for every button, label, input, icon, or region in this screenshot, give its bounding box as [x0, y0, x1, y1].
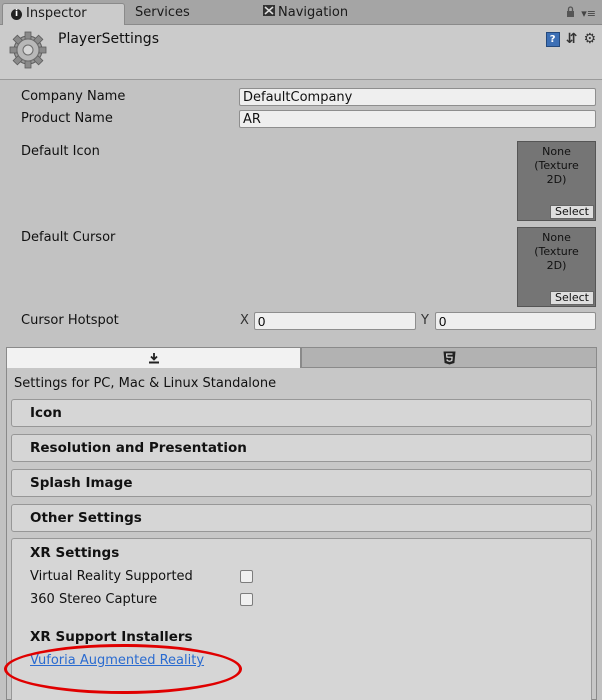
- stereo-capture-label: 360 Stereo Capture: [30, 592, 158, 607]
- product-name-label: Product Name: [21, 111, 113, 126]
- inspector-body: Company Name Product Name Default Icon N…: [0, 81, 602, 700]
- default-icon-texture-slot[interactable]: None (Texture 2D) Select: [517, 141, 596, 221]
- platform-tabs: [6, 347, 597, 368]
- cursor-hotspot-label: Cursor Hotspot: [21, 313, 119, 328]
- tab-navigation-label: Navigation: [278, 5, 349, 20]
- default-icon-select-button[interactable]: Select: [550, 205, 594, 219]
- page-title: PlayerSettings: [58, 31, 159, 47]
- default-cursor-texture-slot[interactable]: None (Texture 2D) Select: [517, 227, 596, 307]
- vuforia-link[interactable]: Vuforia Augmented Reality: [30, 653, 204, 668]
- company-name-label: Company Name: [21, 89, 126, 104]
- tab-inspector[interactable]: i Inspector: [2, 3, 125, 26]
- lock-icon[interactable]: [566, 6, 579, 20]
- tab-webgl[interactable]: [301, 347, 597, 368]
- section-other-settings[interactable]: Other Settings: [11, 504, 592, 532]
- tab-services-label: Services: [135, 5, 190, 20]
- section-splash-title: Splash Image: [30, 475, 133, 491]
- settings-gear-icon[interactable]: ⚙: [583, 31, 596, 47]
- info-icon: i: [11, 9, 22, 20]
- tab-standalone[interactable]: [6, 347, 301, 368]
- preset-icon[interactable]: ⇵: [566, 31, 578, 47]
- section-icon-title: Icon: [30, 405, 62, 421]
- help-book-icon[interactable]: ?: [545, 31, 560, 47]
- tab-inspector-label: Inspector: [26, 6, 87, 21]
- tab-menu-icon[interactable]: ▾≡: [581, 7, 596, 20]
- navigation-icon: [263, 5, 275, 19]
- xr-settings-title[interactable]: XR Settings: [30, 545, 119, 561]
- gear-icon: [9, 31, 47, 69]
- default-cursor-select-button[interactable]: Select: [550, 291, 594, 305]
- section-resolution-title: Resolution and Presentation: [30, 440, 247, 456]
- section-other-title: Other Settings: [30, 510, 142, 526]
- default-cursor-label: Default Cursor: [21, 230, 116, 245]
- hotspot-x-label: X: [240, 313, 249, 328]
- vr-supported-label: Virtual Reality Supported: [30, 569, 193, 584]
- hotspot-y-field[interactable]: [435, 312, 596, 330]
- hotspot-y-label: Y: [421, 313, 429, 328]
- tab-services[interactable]: Services: [127, 3, 237, 25]
- stereo-capture-checkbox[interactable]: [240, 593, 253, 606]
- vr-supported-checkbox[interactable]: [240, 570, 253, 583]
- platform-settings-panel: Settings for PC, Mac & Linux Standalone …: [6, 368, 597, 700]
- tab-tools: ▾≡: [566, 6, 596, 20]
- xr-installers-title: XR Support Installers: [30, 629, 193, 645]
- product-name-field[interactable]: [239, 110, 596, 128]
- section-splash-image[interactable]: Splash Image: [11, 469, 592, 497]
- texture-none-text: None (Texture 2D): [534, 145, 579, 186]
- texture-none-text: None (Texture 2D): [534, 231, 579, 272]
- platform-caption: Settings for PC, Mac & Linux Standalone: [14, 376, 277, 391]
- section-resolution[interactable]: Resolution and Presentation: [11, 434, 592, 462]
- download-icon: [148, 353, 159, 364]
- tab-navigation[interactable]: Navigation: [255, 3, 395, 25]
- window-tab-bar: i Inspector Services Navigation ▾≡: [0, 0, 602, 26]
- inspector-header: PlayerSettings ? ⇵ ⚙: [0, 25, 602, 80]
- html5-icon: [443, 351, 455, 364]
- section-icon[interactable]: Icon: [11, 399, 592, 427]
- hotspot-x-field[interactable]: [254, 312, 416, 330]
- default-icon-label: Default Icon: [21, 144, 100, 159]
- header-icons: ? ⇵ ⚙: [545, 31, 596, 47]
- company-name-field[interactable]: [239, 88, 596, 106]
- section-xr-settings: XR Settings Virtual Reality Supported 36…: [11, 538, 592, 700]
